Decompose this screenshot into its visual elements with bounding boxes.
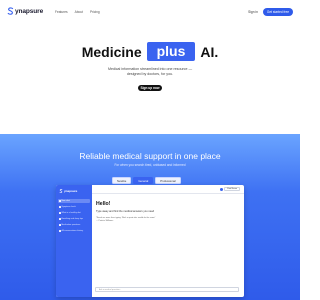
- tab-general[interactable]: General: [133, 177, 154, 184]
- tab-professional[interactable]: Professional: [155, 177, 181, 184]
- sidebar-item-sleep-tips[interactable]: Breathing and sleep tips: [58, 217, 90, 221]
- sign-in-link[interactable]: Sign in: [248, 10, 258, 14]
- chat-icon: [59, 206, 61, 208]
- hero-title: Medicine plus AI.: [0, 42, 300, 61]
- avatar: [219, 187, 223, 191]
- chat-input[interactable]: Ask a medical question...: [95, 287, 239, 292]
- app-brand-name: ynapsure: [64, 189, 78, 193]
- nav-link-about[interactable]: About: [75, 10, 83, 14]
- sidebar-item-history[interactable]: All conversations history: [58, 229, 90, 233]
- hero-title-left: Medicine: [81, 43, 142, 60]
- brand-name: ynapsure: [15, 7, 44, 15]
- get-started-button[interactable]: Get started free: [262, 8, 293, 16]
- user-menu[interactable]: Chat Name: [219, 187, 240, 191]
- app-sidebar: ynapsure New chat Symptom check What is …: [56, 185, 92, 297]
- sidebar-item-label: New chat: [61, 200, 70, 202]
- user-name: Chat Name: [223, 187, 240, 191]
- app-brand: ynapsure: [59, 189, 77, 193]
- hero-title-pill: plus: [146, 42, 196, 61]
- hero-subtitle: Medical information streamlined into one…: [0, 67, 300, 77]
- section-title: Reliable medical support in one place: [79, 151, 221, 161]
- sidebar-item-label: Symptom check: [61, 206, 76, 208]
- chat-icon: [59, 200, 61, 202]
- hero-subtitle-line2: designed by doctors, for you.: [126, 72, 174, 76]
- sidebar-item-label: Medication questions: [61, 224, 81, 226]
- app-preview-window: ynapsure New chat Symptom check What is …: [56, 185, 244, 297]
- testimonial-quote: "Needs no more than typing. Wish a quote…: [96, 217, 155, 223]
- feature-section: Reliable medical support in one place Fo…: [0, 134, 300, 300]
- chat-icon: [59, 212, 61, 214]
- synapsure-logo-icon: [7, 7, 14, 15]
- top-nav: ynapsure Features About Pricing Sign in …: [0, 0, 300, 24]
- section-subtitle: For when you search tired, unbiased and …: [114, 163, 186, 167]
- tab-newbie[interactable]: Newbie: [112, 177, 132, 184]
- chat-icon: [59, 230, 61, 232]
- mode-tabs: Newbie General Professional: [112, 177, 181, 184]
- sidebar-item-new-chat[interactable]: New chat: [58, 199, 90, 203]
- nav-link-pricing[interactable]: Pricing: [90, 10, 100, 14]
- nav-links: Features About Pricing: [55, 10, 100, 14]
- sidebar-item-label: Breathing and sleep tips: [61, 218, 83, 220]
- app-header: Chat Name: [92, 185, 244, 194]
- nav-actions: Sign in Get started free: [248, 8, 293, 16]
- nav-link-features[interactable]: Features: [55, 10, 68, 14]
- brand-logo[interactable]: ynapsure: [7, 7, 43, 15]
- greeting-message: Type away and find the medical answers y…: [96, 210, 155, 213]
- synapsure-logo-icon: [59, 189, 63, 193]
- chat-icon: [59, 224, 61, 226]
- sign-up-button[interactable]: Sign up now: [138, 85, 162, 91]
- sidebar-item-symptom-check[interactable]: Symptom check: [58, 205, 90, 209]
- hero-title-right: AI.: [200, 43, 219, 60]
- sidebar-item-medication[interactable]: Medication questions: [58, 223, 90, 227]
- quote-author: — Patricia Williams: [96, 220, 114, 222]
- sidebar-item-label: All conversations history: [61, 230, 84, 232]
- sidebar-item-healthy-diet[interactable]: What is a healthy diet: [58, 211, 90, 215]
- chat-icon: [59, 218, 61, 220]
- greeting: Hello!: [96, 201, 111, 207]
- sidebar-item-label: What is a healthy diet: [61, 212, 81, 214]
